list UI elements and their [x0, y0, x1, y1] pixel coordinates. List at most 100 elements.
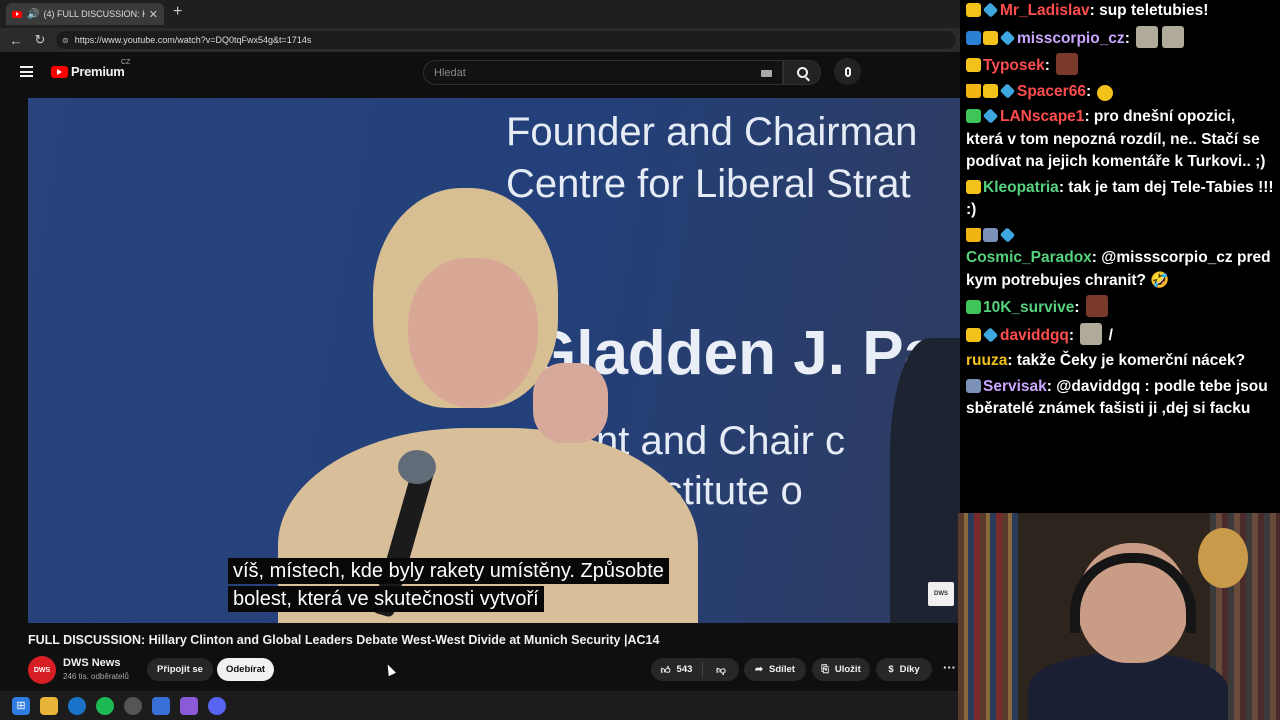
- chat-separator: :: [1084, 108, 1094, 125]
- new-tab-icon[interactable]: +: [173, 3, 182, 21]
- file-explorer-icon[interactable]: [40, 696, 58, 715]
- chat-username[interactable]: LANscape1: [1000, 108, 1084, 125]
- emote-icon: [1097, 84, 1114, 101]
- edge-browser-icon[interactable]: [68, 696, 86, 715]
- gem-badge-icon[interactable]: [982, 326, 999, 343]
- chat-message: daviddgq: /: [966, 322, 1274, 348]
- address-bar: ← ↻ ⊜ https://www.youtube.com/watch?v=DQ…: [0, 28, 960, 52]
- site-info-icon[interactable]: ⊜: [62, 36, 69, 45]
- obs-icon[interactable]: [124, 696, 142, 715]
- globe-decoration: [1198, 528, 1248, 588]
- screen: 🔊 (4) FULL DISCUSSION: Hillary ✕ + ← ↻ ⊜…: [0, 0, 1280, 720]
- sub-badge-icon[interactable]: [966, 179, 981, 194]
- crown-badge-icon[interactable]: [966, 227, 981, 242]
- chat-message: LANscape1: pro dnešní opozici, která v t…: [966, 106, 1274, 174]
- staff-badge-icon[interactable]: [983, 227, 998, 242]
- thanks-button[interactable]: $ Díky: [876, 658, 932, 681]
- country-code: CZ: [121, 59, 131, 66]
- sub-badge-icon[interactable]: [966, 3, 981, 17]
- chat-separator: :: [1089, 2, 1100, 19]
- artist-badge-icon[interactable]: [966, 30, 981, 45]
- subtitles: víš, místech, kde byly rakety umístěny. …: [228, 558, 669, 614]
- taskbar: ⊞: [0, 691, 960, 720]
- sub-badge-icon[interactable]: [983, 30, 998, 45]
- reload-icon[interactable]: ↻: [32, 32, 48, 48]
- back-icon[interactable]: ←: [8, 33, 24, 48]
- chat-username[interactable]: Cosmic_Paradox: [966, 249, 1092, 266]
- keyboard-icon[interactable]: [761, 70, 772, 77]
- channel-watermark[interactable]: DWS: [928, 582, 954, 606]
- gem-badge-icon[interactable]: [999, 29, 1016, 46]
- sub-badge-icon[interactable]: [966, 327, 981, 342]
- chat-username[interactable]: Kleopatria: [983, 179, 1059, 196]
- chat-username[interactable]: ruuza: [966, 352, 1007, 369]
- chat-separator: :: [1044, 57, 1055, 74]
- chat-message: Typosek:: [966, 53, 1274, 78]
- like-button[interactable]: 👍︎ 543: [651, 662, 703, 677]
- channel-name[interactable]: DWS News: [63, 657, 120, 669]
- url-field[interactable]: ⊜ https://www.youtube.com/watch?v=DQ0tqF…: [56, 31, 956, 49]
- voice-search-button[interactable]: [834, 58, 861, 85]
- chat-username[interactable]: misscorpio_cz: [1017, 30, 1125, 47]
- url-text: https://www.youtube.com/watch?v=DQ0tqFwx…: [74, 35, 312, 45]
- chat-username[interactable]: Servisak: [983, 378, 1047, 395]
- gem-badge-icon[interactable]: [982, 2, 999, 18]
- subscriber-count: 246 tis. odběratelů: [63, 672, 129, 681]
- emote-icon: [1162, 25, 1185, 48]
- chat-message: 10K_survive:: [966, 295, 1274, 320]
- thumbs-down-icon: 👎︎: [716, 664, 726, 676]
- chat-message: Cosmic_Paradox: @missscorpio_cz pred kym…: [966, 225, 1274, 293]
- gift-badge-icon[interactable]: [966, 109, 981, 123]
- chat-username[interactable]: 10K_survive: [983, 299, 1074, 316]
- microphone-icon: [844, 66, 851, 77]
- speaker-icon[interactable]: 🔊: [27, 9, 39, 20]
- spotify-icon[interactable]: [96, 696, 114, 715]
- chat-text: takže Čeky je komerční nácek?: [1016, 352, 1246, 369]
- mouse-cursor: [384, 662, 396, 677]
- video-title: FULL DISCUSSION: Hillary Clinton and Glo…: [28, 633, 660, 647]
- chat-username[interactable]: daviddgq: [1000, 327, 1069, 344]
- chat-message: misscorpio_cz:: [966, 25, 1274, 51]
- emote-icon: [1080, 322, 1103, 345]
- join-button[interactable]: Připojit se: [147, 658, 213, 681]
- sub-badge-icon[interactable]: [966, 58, 981, 72]
- search-button[interactable]: [783, 60, 821, 85]
- browser-tab[interactable]: 🔊 (4) FULL DISCUSSION: Hillary ✕: [6, 3, 164, 25]
- thumbs-up-icon: 👍︎: [660, 664, 671, 676]
- menu-icon[interactable]: [20, 66, 33, 77]
- crown-badge-icon[interactable]: [966, 83, 981, 98]
- discord-icon[interactable]: [208, 696, 226, 715]
- gift-badge-icon[interactable]: [966, 300, 981, 314]
- tab-title: (4) FULL DISCUSSION: Hillary: [43, 9, 144, 19]
- share-label: Sdílet: [769, 664, 795, 675]
- windows-start-icon[interactable]: ⊞: [12, 696, 30, 715]
- chat-panel[interactable]: Mr_Ladislav: sup teletubies! misscorpio_c…: [960, 0, 1280, 513]
- more-actions-icon[interactable]: ···: [943, 660, 956, 675]
- notepad-icon[interactable]: [152, 696, 170, 715]
- close-tab-icon[interactable]: ✕: [149, 8, 158, 21]
- save-button[interactable]: ⎘ Uložit: [812, 658, 870, 681]
- copilot-icon[interactable]: [180, 696, 198, 715]
- channel-avatar[interactable]: DWS: [28, 656, 56, 684]
- emote-icon: [1056, 53, 1079, 75]
- dislike-button[interactable]: 👎︎: [703, 664, 739, 676]
- chat-text: /: [1104, 326, 1113, 344]
- chat-separator: :: [1058, 178, 1069, 196]
- youtube-header: Premium CZ Hledat: [0, 52, 960, 92]
- search-icon: [796, 67, 808, 78]
- bookmark-icon: ⎘: [821, 664, 829, 675]
- share-button[interactable]: ➦ Sdílet: [744, 658, 806, 681]
- chat-username[interactable]: Typosek: [983, 57, 1045, 74]
- gem-badge-icon[interactable]: [982, 108, 999, 124]
- staff-badge-icon[interactable]: [966, 378, 981, 393]
- gem-badge-icon[interactable]: [999, 226, 1016, 243]
- youtube-logo[interactable]: Premium CZ: [51, 59, 130, 79]
- sub-badge-icon[interactable]: [983, 83, 998, 98]
- chat-username[interactable]: Mr_Ladislav: [1000, 2, 1090, 19]
- save-label: Uložit: [834, 664, 861, 675]
- search-input[interactable]: Hledat: [423, 60, 783, 85]
- chat-username[interactable]: Spacer66: [1017, 83, 1086, 100]
- gem-badge-icon[interactable]: [999, 82, 1016, 99]
- subscribe-button[interactable]: Odebírat: [217, 658, 274, 681]
- video-player[interactable]: Founder and Chairman Centre for Liberal …: [28, 98, 960, 623]
